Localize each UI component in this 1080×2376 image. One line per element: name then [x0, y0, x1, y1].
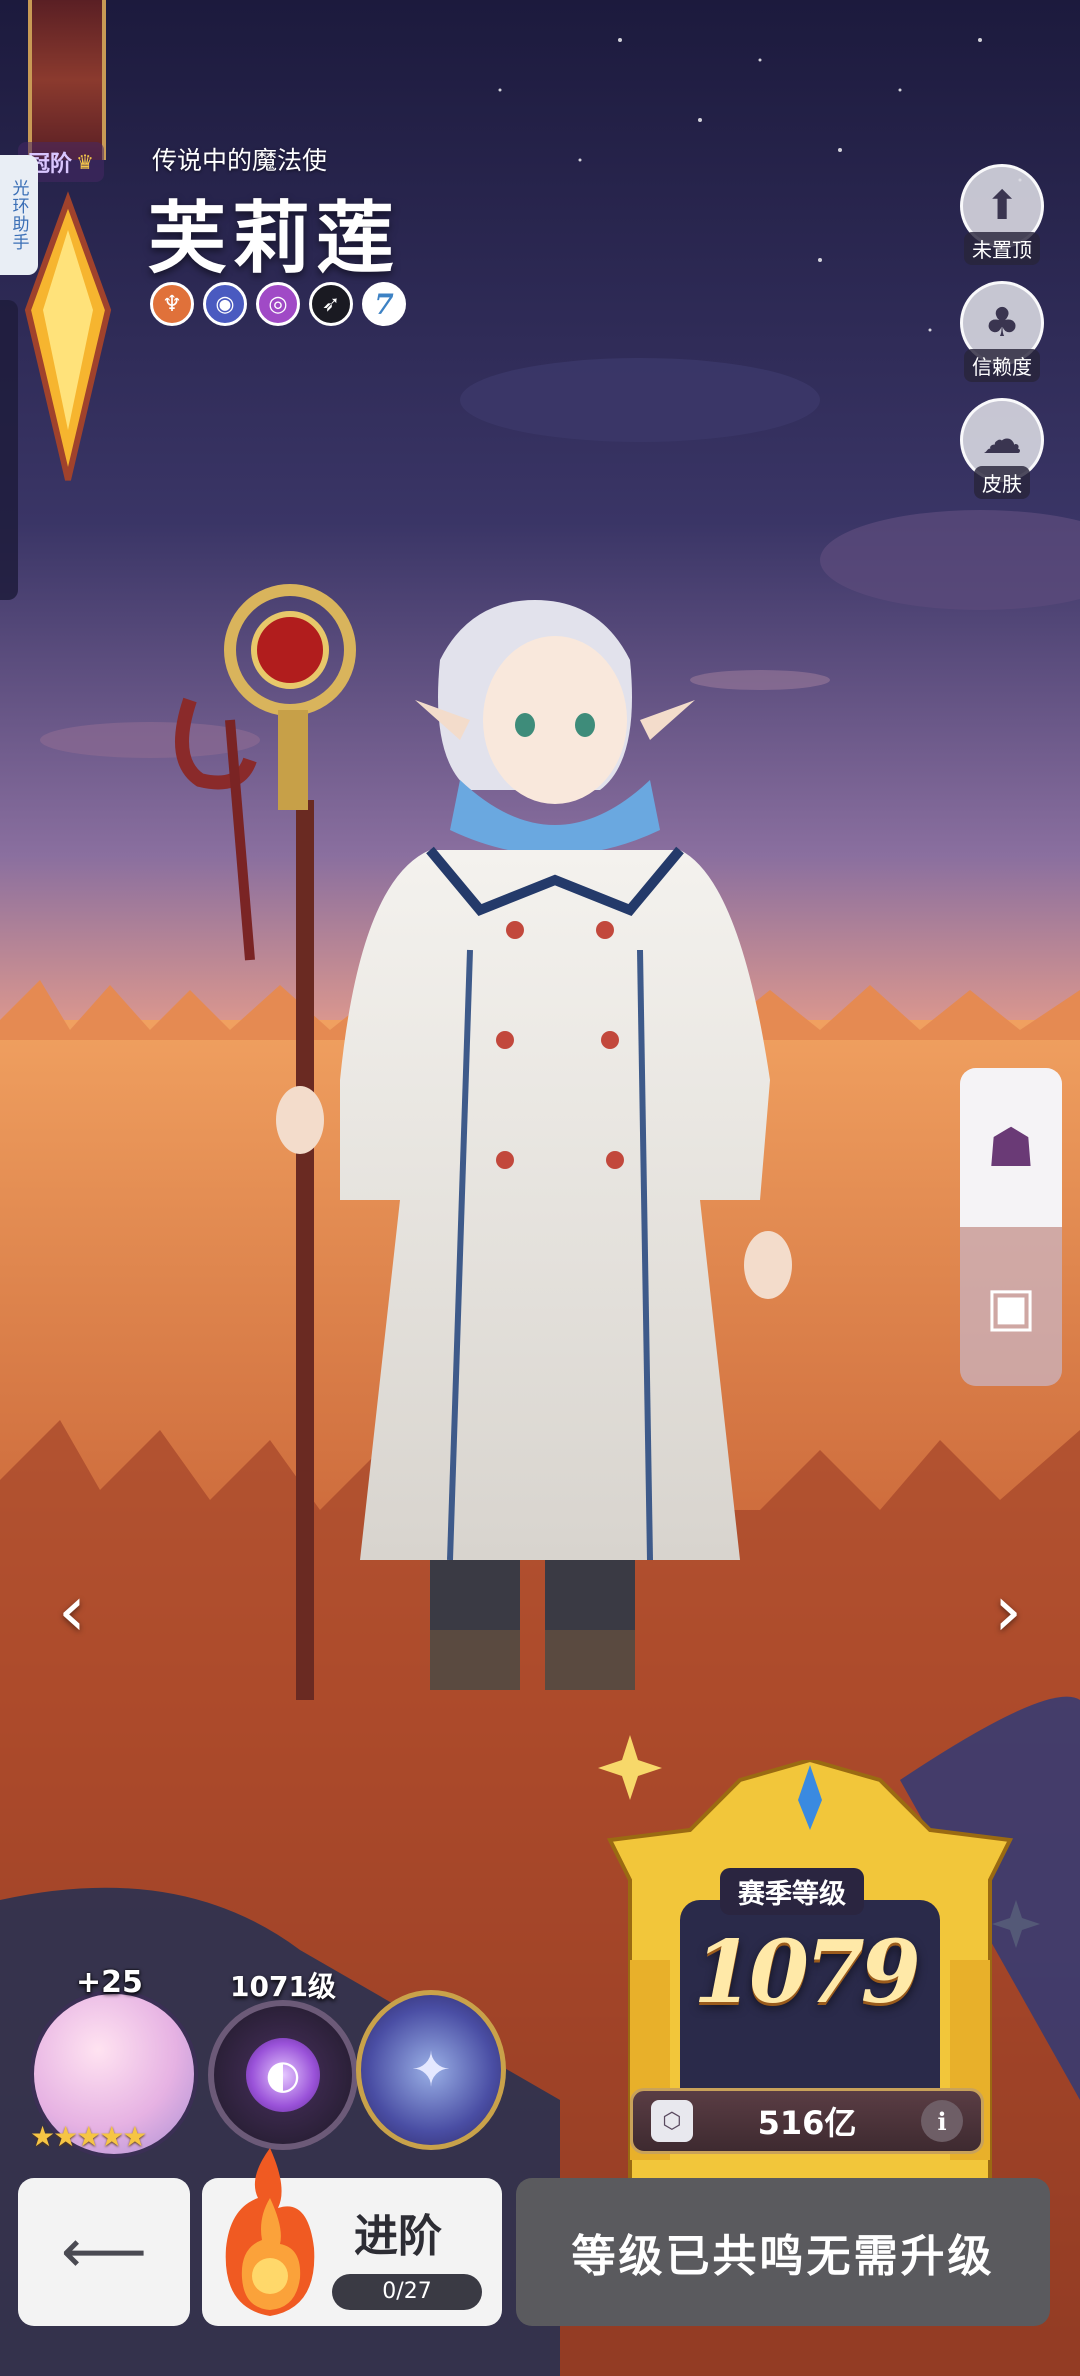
side-drawer-handle[interactable] — [0, 300, 18, 600]
previous-character-arrow[interactable]: ‹ — [58, 1570, 86, 1652]
weapon-refine-level: +25 — [76, 1965, 143, 2000]
season-level-title: 赛季等级 — [720, 1868, 864, 1915]
info-icon[interactable]: i — [921, 2100, 963, 2142]
crest-slot[interactable]: ✦ — [356, 1990, 506, 2150]
feather-icon[interactable]: ➶ — [309, 282, 353, 326]
level-badge[interactable]: 7 — [362, 282, 406, 326]
card-icon: ▣ — [985, 1275, 1037, 1338]
level-status-button[interactable]: 等级已共鸣无需升级 — [516, 2178, 1050, 2326]
trust-button[interactable]: ♣ 信赖度 — [960, 281, 1044, 382]
rank-banner — [28, 0, 106, 160]
vortex-icon[interactable]: ◎ — [256, 282, 300, 326]
orb-icon[interactable]: ◉ — [203, 282, 247, 326]
season-level-value: 1079 — [693, 1922, 920, 2023]
rune-level: 1071级 — [230, 1970, 336, 2003]
tab-card[interactable]: ▣ — [960, 1227, 1062, 1386]
character-name: 芙莉莲 — [148, 193, 401, 284]
pin-button[interactable]: ⬆ 未置顶 — [960, 164, 1044, 265]
advance-label: 进阶 — [354, 2211, 442, 2262]
currency-bar: ⬡ 516亿 i — [630, 2088, 984, 2154]
crown-icon: ♛ — [76, 150, 94, 174]
crest-icon: ✦ — [410, 2042, 452, 2098]
rune-icon: ◐ — [246, 2038, 320, 2112]
skin-button[interactable]: ☁ 皮肤 — [960, 398, 1044, 499]
character-badges: ♆ ◉ ◎ ➶ 7 — [150, 282, 406, 326]
character-options: ⬆ 未置顶 ♣ 信赖度 ☁ 皮肤 — [960, 164, 1044, 499]
advance-button[interactable]: 进阶 0/27 — [202, 2148, 502, 2326]
view-tabs: ☗ ▣ — [960, 1068, 1062, 1386]
character-title: 传说中的魔法使 — [152, 147, 328, 175]
skin-label: 皮肤 — [974, 466, 1030, 499]
back-arrow-icon: ⟵ — [60, 2217, 147, 2287]
trident-icon[interactable]: ♆ — [150, 282, 194, 326]
flame-icon — [225, 2148, 315, 2316]
back-button[interactable]: ⟵ — [18, 2178, 190, 2326]
advance-progress: 0/27 — [332, 2274, 482, 2310]
weapon-stars: ★★★★★ — [30, 2120, 148, 2153]
pin-label: 未置顶 — [964, 232, 1040, 265]
tab-appearance[interactable]: ☗ — [960, 1068, 1062, 1227]
helmet-icon: ☗ — [986, 1116, 1036, 1179]
currency-icon: ⬡ — [651, 2100, 693, 2142]
next-character-arrow[interactable]: › — [994, 1570, 1022, 1652]
currency-amount: 516亿 — [757, 2104, 857, 2142]
trust-label: 信赖度 — [964, 349, 1040, 382]
helper-side-tab[interactable]: 光环助手 — [0, 155, 38, 275]
rune-slot[interactable]: ◐ — [208, 2000, 358, 2150]
